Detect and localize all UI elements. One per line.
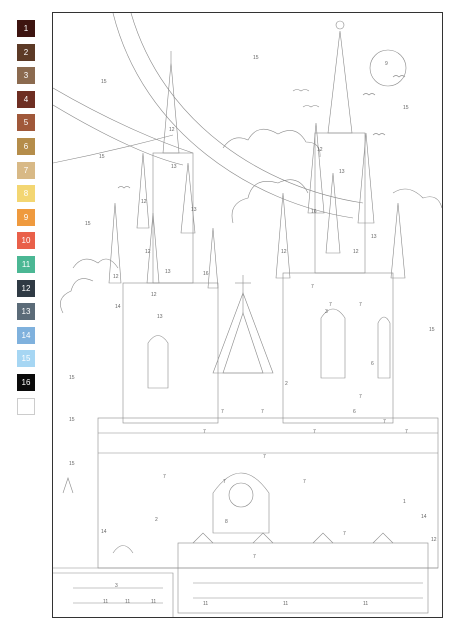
swatch-label: 13 — [21, 307, 31, 317]
region-label[interactable]: 13 — [191, 207, 197, 213]
swatch-label: 11 — [21, 259, 31, 269]
palette-swatch-4[interactable]: 4 — [17, 90, 35, 108]
region-label[interactable]: 3 — [115, 583, 118, 589]
palette-swatch-10[interactable]: 10 — [17, 232, 35, 250]
palette-swatch-5[interactable]: 5 — [17, 114, 35, 132]
region-label[interactable]: 12 — [113, 274, 119, 280]
region-label[interactable]: 15 — [69, 461, 75, 467]
palette-swatch-8[interactable]: 8 — [17, 185, 35, 203]
palette-swatch-16[interactable]: 16 — [17, 373, 35, 391]
swatch-label: 9 — [23, 212, 29, 222]
palette-swatch-1[interactable]: 1 — [17, 20, 35, 37]
region-label[interactable]: 12 — [141, 199, 147, 205]
region-label[interactable]: 11 — [203, 601, 208, 607]
swatch-label: 5 — [23, 118, 29, 128]
region-label[interactable]: 15 — [69, 375, 75, 381]
coloring-canvas[interactable]: 15 9 15 15 15 15 15 15 15 15 12 13 12 13 12 13 16 12 13 16 1… — [52, 12, 443, 618]
swatch-label: 10 — [21, 236, 31, 246]
region-label[interactable]: 1 — [403, 499, 406, 505]
region-label[interactable]: 15 — [429, 327, 435, 333]
region-label[interactable]: 7 — [311, 284, 314, 290]
region-label[interactable]: 7 — [383, 419, 386, 425]
region-label[interactable]: 12 — [145, 249, 151, 255]
region-label[interactable]: 14 — [101, 529, 107, 535]
color-palette: 1 2 3 4 5 6 7 8 9 10 11 12 13 14 15 16 — [17, 20, 35, 421]
region-label[interactable]: 13 — [165, 269, 171, 275]
region-label[interactable]: 7 — [329, 302, 332, 308]
palette-swatch-6[interactable]: 6 — [17, 137, 35, 155]
region-label[interactable]: 11 — [103, 599, 108, 605]
region-label[interactable]: 7 — [303, 479, 306, 485]
region-label[interactable]: 2 — [155, 517, 158, 523]
region-label[interactable]: 6 — [353, 409, 356, 415]
palette-swatch-blank[interactable] — [17, 397, 35, 415]
swatch-label: 7 — [23, 165, 29, 175]
palette-swatch-9[interactable]: 9 — [17, 208, 35, 226]
swatch-label: 1 — [23, 24, 29, 33]
swatch-label: 16 — [21, 377, 31, 387]
region-label[interactable]: 7 — [359, 394, 362, 400]
region-label[interactable]: 8 — [225, 519, 228, 525]
region-label[interactable]: 2 — [285, 381, 288, 387]
swatch-label: 15 — [21, 354, 31, 364]
palette-swatch-2[interactable]: 2 — [17, 43, 35, 61]
region-label[interactable]: 7 — [223, 479, 226, 485]
region-label[interactable]: 12 — [169, 127, 175, 133]
region-label[interactable]: 7 — [405, 429, 408, 435]
palette-swatch-13[interactable]: 13 — [17, 303, 35, 321]
region-label[interactable]: 7 — [253, 554, 256, 560]
region-label[interactable]: 12 — [281, 249, 287, 255]
region-label[interactable]: 11 — [283, 601, 288, 607]
region-label[interactable]: 7 — [221, 409, 224, 415]
region-label[interactable]: 7 — [359, 302, 362, 308]
swatch-label: 6 — [23, 141, 29, 151]
region-label[interactable]: 12 — [431, 537, 437, 543]
region-label[interactable]: 14 — [115, 304, 121, 310]
palette-swatch-11[interactable]: 11 — [17, 255, 35, 273]
region-label[interactable]: 13 — [339, 169, 345, 175]
region-label[interactable]: 6 — [371, 361, 374, 367]
region-label[interactable]: 7 — [263, 454, 266, 460]
region-label[interactable]: 13 — [171, 164, 177, 170]
region-label[interactable]: 16 — [203, 271, 209, 277]
swatch-label: 4 — [23, 94, 29, 104]
region-label[interactable]: 15 — [85, 221, 91, 227]
palette-swatch-3[interactable]: 3 — [17, 67, 35, 85]
region-label[interactable]: 13 — [157, 314, 163, 320]
swatch-label: 14 — [21, 330, 31, 340]
region-label[interactable]: 15 — [101, 79, 107, 85]
region-label[interactable]: 12 — [151, 292, 157, 298]
region-label[interactable]: 16 — [311, 209, 317, 215]
region-label[interactable]: 7 — [343, 531, 346, 537]
region-label[interactable]: 14 — [421, 514, 427, 520]
cathedral-line-art[interactable]: 1591515151515151515121312131213 161213161… — [53, 13, 442, 617]
region-label[interactable]: 7 — [313, 429, 316, 435]
palette-swatch-14[interactable]: 14 — [17, 326, 35, 344]
region-label[interactable]: 15 — [69, 417, 75, 423]
region-label[interactable]: 7 — [261, 409, 264, 415]
swatch-label: 8 — [23, 189, 29, 199]
region-label[interactable]: 12 — [317, 147, 323, 153]
swatch-label: 3 — [23, 71, 29, 81]
region-label[interactable]: 13 — [371, 234, 377, 240]
palette-swatch-7[interactable]: 7 — [17, 161, 35, 179]
region-number-labels: 1591515151515151515121312131213 161213161… — [69, 55, 437, 607]
swatch-label: 12 — [21, 283, 31, 293]
region-label[interactable]: 3 — [325, 309, 328, 315]
region-label[interactable]: 11 — [125, 599, 130, 605]
region-label[interactable]: 9 — [385, 61, 388, 67]
swatch-label: 2 — [23, 47, 29, 57]
region-label[interactable]: 15 — [253, 55, 259, 61]
region-label[interactable]: 15 — [99, 154, 105, 160]
region-label[interactable]: 7 — [203, 429, 206, 435]
region-label[interactable]: 12 — [353, 249, 359, 255]
region-label[interactable]: 11 — [151, 599, 156, 605]
region-label[interactable]: 11 — [363, 601, 368, 607]
region-label[interactable]: 7 — [163, 474, 166, 480]
palette-swatch-15[interactable]: 15 — [17, 350, 35, 368]
region-label[interactable]: 15 — [403, 105, 409, 111]
palette-swatch-12[interactable]: 12 — [17, 279, 35, 297]
line-art-strokes — [53, 13, 442, 617]
